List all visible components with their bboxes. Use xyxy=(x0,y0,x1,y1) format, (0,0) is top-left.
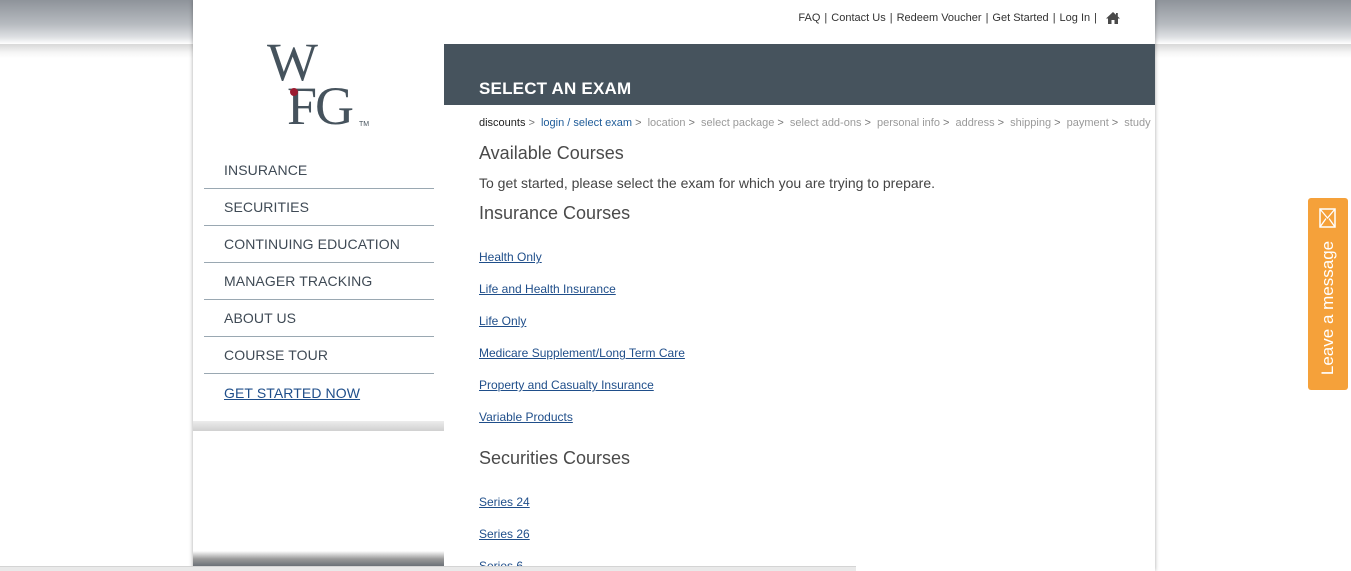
top-links: FAQ | Contact Us | Redeem Voucher | Get Sta… xyxy=(798,10,1121,26)
breadcrumb-step-study: study xyxy=(1124,117,1151,129)
sidebar: W F G TM INSURANCE SECURITIES CONTINUING… xyxy=(193,0,444,571)
envelope-icon xyxy=(1319,208,1336,228)
sidebar-item-get-started-now[interactable]: GET STARTED NOW xyxy=(204,374,434,411)
sidebar-item-about-us[interactable]: ABOUT US xyxy=(204,300,434,337)
sidebar-item-course-tour[interactable]: COURSE TOUR xyxy=(204,337,434,374)
svg-text:F: F xyxy=(287,76,317,132)
svg-text:TM: TM xyxy=(359,121,369,128)
course-link-variable-products[interactable]: Variable Products xyxy=(479,410,573,424)
intro-text: To get started, please select the exam f… xyxy=(479,175,936,191)
breadcrumb: discounts > login / select exam > location… xyxy=(479,117,1151,129)
insurance-courses-heading: Insurance Courses xyxy=(479,203,631,223)
get-started-link[interactable]: Get Started xyxy=(992,12,1048,24)
breadcrumb-step-discounts[interactable]: discounts xyxy=(479,117,525,129)
sidebar-item-securities[interactable]: SECURITIES xyxy=(204,189,434,226)
course-link-life-and-health[interactable]: Life and Health Insurance xyxy=(479,282,616,296)
page-title: SELECT AN EXAM xyxy=(479,79,632,98)
sidebar-divider xyxy=(193,421,444,431)
sidebar-item-insurance[interactable]: INSURANCE xyxy=(204,152,434,189)
course-link-series-24[interactable]: Series 24 xyxy=(479,495,530,509)
breadcrumb-step-location: location xyxy=(647,117,686,129)
leave-a-message-tab[interactable]: Leave a message xyxy=(1308,198,1348,390)
breadcrumb-step-payment: payment xyxy=(1066,117,1109,129)
course-link-medicare-supplement[interactable]: Medicare Supplement/Long Term Care xyxy=(479,346,685,360)
sidebar-item-continuing-education[interactable]: CONTINUING EDUCATION xyxy=(204,226,434,263)
sidebar-item-label: SECURITIES xyxy=(224,199,310,215)
log-in-link[interactable]: Log In xyxy=(1060,12,1091,24)
contact-us-link[interactable]: Contact Us xyxy=(831,12,885,24)
sidebar-item-label: MANAGER TRACKING xyxy=(224,273,373,289)
securities-courses-heading: Securities Courses xyxy=(479,448,631,468)
breadcrumb-step-personal-info: personal info xyxy=(876,117,940,129)
breadcrumb-step-select-package: select package xyxy=(701,117,775,129)
available-courses-heading: Available Courses xyxy=(479,143,624,163)
course-link-life-only[interactable]: Life Only xyxy=(479,314,526,328)
sidebar-item-label: ABOUT US xyxy=(224,310,297,326)
sidebar-item-label[interactable]: GET STARTED NOW xyxy=(224,385,360,401)
page-wrapper: W F G TM INSURANCE SECURITIES CONTINUING… xyxy=(193,0,1155,571)
course-link-series-26[interactable]: Series 26 xyxy=(479,527,530,541)
sidebar-nav: INSURANCE SECURITIES CONTINUING EDUCATIO… xyxy=(204,152,434,411)
breadcrumb-step-address: address xyxy=(955,117,995,129)
course-link-property-casualty[interactable]: Property and Casualty Insurance xyxy=(479,378,654,392)
breadcrumb-step-shipping: shipping xyxy=(1010,117,1052,129)
course-link-health-only[interactable]: Health Only xyxy=(479,250,542,264)
sidebar-item-manager-tracking[interactable]: MANAGER TRACKING xyxy=(204,263,434,300)
page-header-bar: SELECT AN EXAM xyxy=(444,44,1155,105)
svg-text:G: G xyxy=(315,76,354,132)
breadcrumb-step-login-select-exam[interactable]: login / select exam xyxy=(541,117,632,129)
leave-a-message-label: Leave a message xyxy=(1318,240,1337,376)
sidebar-item-label: COURSE TOUR xyxy=(224,347,329,363)
breadcrumb-step-select-add-ons: select add-ons xyxy=(789,117,862,129)
sidebar-item-label: INSURANCE xyxy=(224,162,308,178)
faq-link[interactable]: FAQ xyxy=(798,12,820,24)
horizontal-scrollbar[interactable] xyxy=(0,566,856,571)
wfg-logo[interactable]: W F G TM xyxy=(265,32,375,132)
sidebar-item-label: CONTINUING EDUCATION xyxy=(224,236,400,252)
home-icon[interactable] xyxy=(1105,11,1121,25)
redeem-voucher-link[interactable]: Redeem Voucher xyxy=(897,12,982,24)
